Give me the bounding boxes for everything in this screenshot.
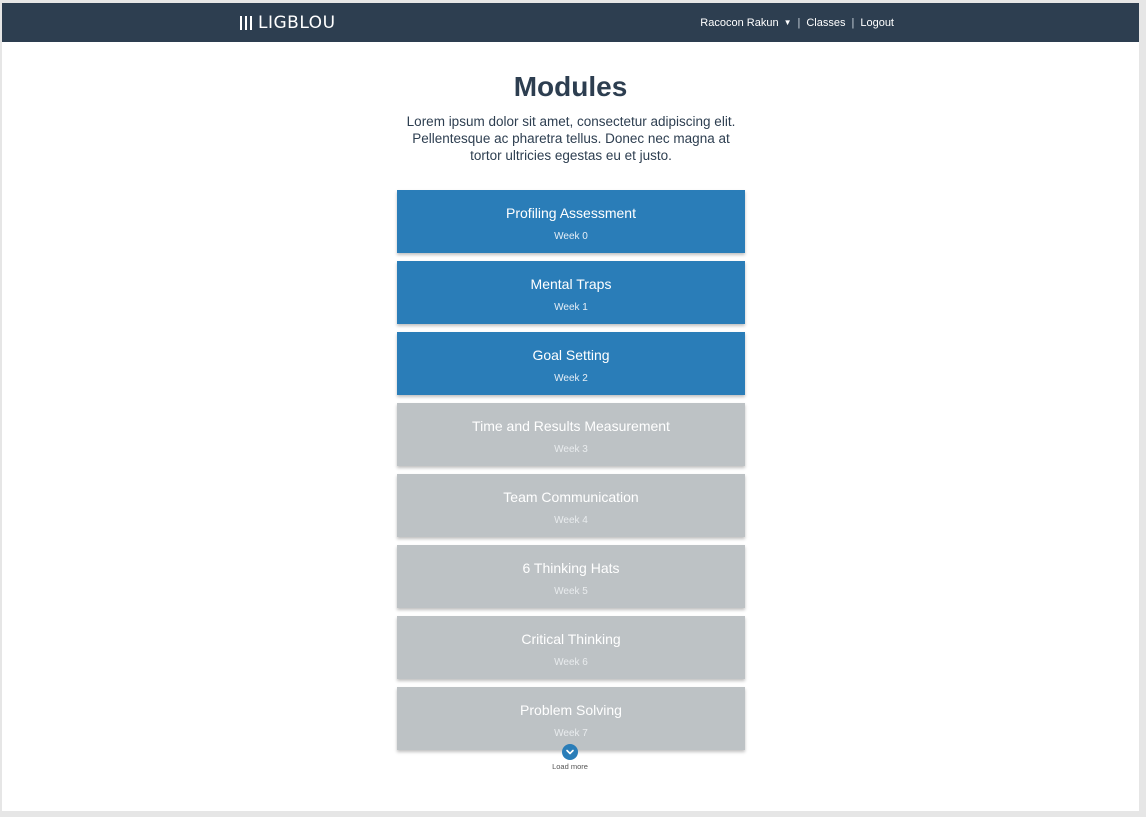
chevron-down-icon: ▼ xyxy=(783,18,792,27)
page-title: Modules xyxy=(513,71,628,102)
module-week: Week 6 xyxy=(554,657,588,668)
module-title: Problem Solving xyxy=(520,702,622,718)
module-list: Profiling Assessment Week 0 Mental Traps We… xyxy=(397,190,745,758)
logo-bars-icon xyxy=(240,15,252,30)
module-week: Week 2 xyxy=(554,373,588,384)
user-navigation: Racocon Rakun ▼ | Classes | Logout xyxy=(700,3,894,42)
module-title: Profiling Assessment xyxy=(506,205,636,221)
module-card[interactable]: Time and Results Measurement Week 3 xyxy=(397,403,745,466)
module-title: Critical Thinking xyxy=(521,631,621,647)
module-card[interactable]: Goal Setting Week 2 xyxy=(397,332,745,395)
module-card[interactable]: Profiling Assessment Week 0 xyxy=(397,190,745,253)
module-title: Mental Traps xyxy=(530,276,612,292)
module-title: 6 Thinking Hats xyxy=(522,560,620,576)
chevron-down-icon xyxy=(562,744,578,760)
module-week: Week 7 xyxy=(554,728,588,739)
module-card[interactable]: Critical Thinking Week 6 xyxy=(397,616,745,679)
module-title: Time and Results Measurement xyxy=(472,418,670,434)
module-week: Week 3 xyxy=(554,444,588,455)
module-card[interactable]: Mental Traps Week 1 xyxy=(397,261,745,324)
load-more-label: Load more xyxy=(552,762,588,771)
module-week: Week 1 xyxy=(554,302,588,313)
module-card[interactable]: 6 Thinking Hats Week 5 xyxy=(397,545,745,608)
module-title: Team Communication xyxy=(503,489,639,505)
nav-separator: | xyxy=(797,16,801,29)
load-more-button[interactable]: Load more xyxy=(542,744,598,771)
module-week: Week 4 xyxy=(554,515,588,526)
module-week: Week 0 xyxy=(554,231,588,242)
module-card[interactable]: Problem Solving Week 7 xyxy=(397,687,745,750)
module-week: Week 5 xyxy=(554,586,588,597)
logo-text: LIGBLOU xyxy=(258,12,336,33)
app-frame: LIGBLOU Racocon Rakun ▼ | Classes | Logo… xyxy=(2,3,1139,811)
classes-link[interactable]: Classes xyxy=(806,17,845,29)
module-card[interactable]: Team Communication Week 4 xyxy=(397,474,745,537)
logo[interactable]: LIGBLOU xyxy=(240,3,336,42)
page-intro: Lorem ipsum dolor sit amet, consectetur … xyxy=(406,114,736,163)
top-navigation-bar: LIGBLOU Racocon Rakun ▼ | Classes | Logo… xyxy=(2,3,1139,42)
nav-separator: | xyxy=(851,16,855,29)
user-menu-dropdown[interactable]: Racocon Rakun ▼ xyxy=(700,17,791,29)
user-name: Racocon Rakun xyxy=(700,16,779,29)
logout-link[interactable]: Logout xyxy=(860,17,894,29)
module-title: Goal Setting xyxy=(532,347,610,363)
